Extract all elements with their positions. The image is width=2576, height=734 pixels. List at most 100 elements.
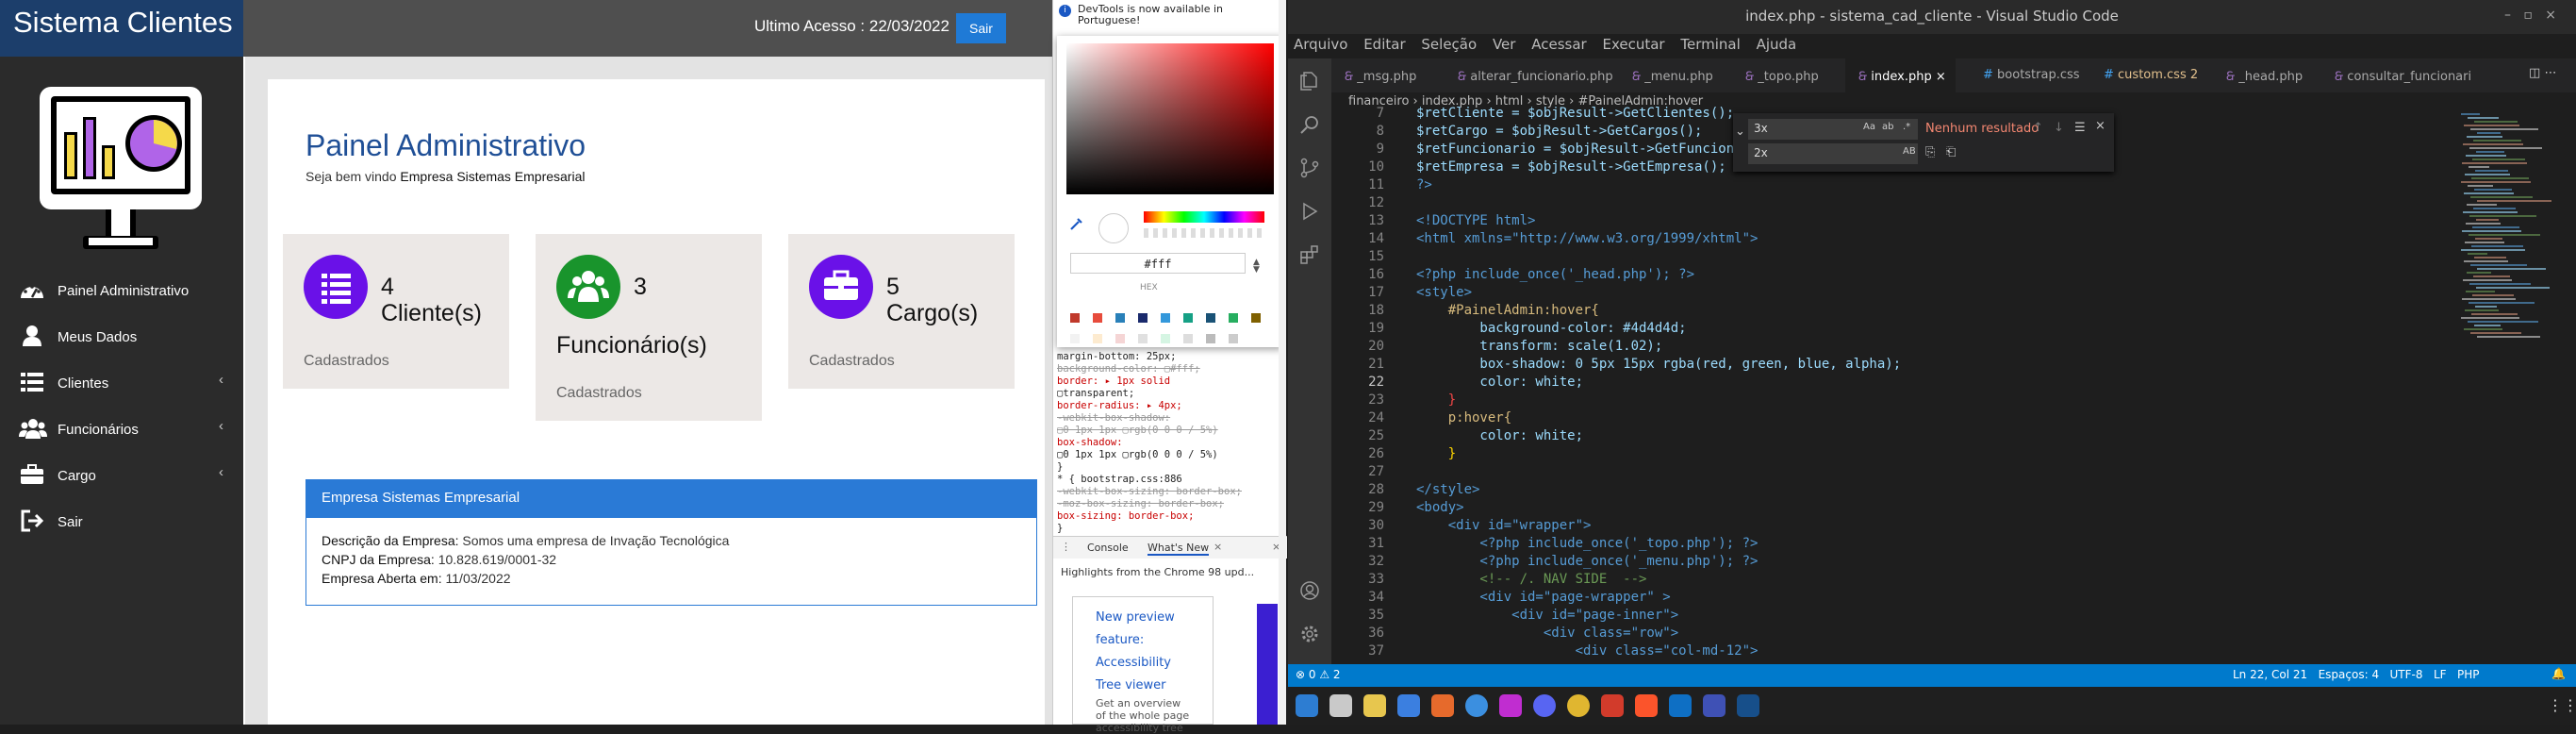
next-match-icon[interactable]: ↓ [2054, 121, 2064, 135]
close-find-icon[interactable]: × [2095, 119, 2105, 133]
tab-alterar-funcionario[interactable]: 🙲 alterar_funcionario.php [1445, 58, 1623, 92]
css-line[interactable]: ▢transparent; [1057, 388, 1283, 400]
source-control-icon[interactable] [1298, 157, 1321, 179]
css-line[interactable]: background-color: ▢#fff; [1057, 363, 1283, 375]
brand-title[interactable]: Sistema Clientes [0, 0, 243, 57]
swatch[interactable] [1161, 334, 1170, 343]
notifications-bell-icon[interactable]: 🔔 [2551, 667, 2566, 680]
explorer-icon[interactable] [1298, 70, 1321, 92]
apps-grid-icon[interactable]: ⋮⋮⋮ [2548, 696, 2576, 714]
discord-icon[interactable] [1533, 694, 1556, 717]
swatch[interactable] [1070, 334, 1080, 343]
help-icon[interactable] [1465, 694, 1488, 717]
run-debug-icon[interactable] [1298, 200, 1321, 223]
replace-one-icon[interactable]: ⎘ [1925, 145, 1935, 159]
toggle-replace-icon[interactable]: ⌄ [1735, 125, 1745, 139]
code-line[interactable]: <?php include_once('_topo.php'); ?> [1416, 536, 1758, 551]
css-line[interactable]: * { bootstrap.css:886 [1057, 474, 1283, 486]
nav-meus-dados[interactable]: Meus Dados [0, 316, 243, 358]
css-line[interactable]: border-radius: ▸ 4px; [1057, 400, 1283, 412]
close-icon[interactable]: × [1214, 541, 1222, 553]
code-line[interactable]: <div class="row"> [1416, 626, 1678, 641]
hex-input[interactable]: #fff [1070, 253, 1246, 274]
swatch[interactable] [1093, 313, 1102, 323]
more-actions-icon[interactable]: ⋯ [2544, 66, 2556, 80]
css-line[interactable]: ▢0 1px 1px ▢rgb(0 0 0 / 5%) [1057, 449, 1283, 461]
vscode-icon[interactable] [1669, 694, 1692, 717]
clientes-card[interactable]: 4 Cliente(s) Cadastrados [283, 234, 509, 389]
terminal-icon[interactable] [1737, 694, 1759, 717]
code-line[interactable]: $retCargo = $objResult->GetCargos(); [1416, 124, 1702, 139]
alpha-slider[interactable] [1144, 228, 1264, 238]
code-line[interactable]: <div id="wrapper"> [1416, 518, 1592, 533]
devtools-scrollbar[interactable] [1279, 0, 1286, 725]
tab-index[interactable]: 🙲 index.php × [1845, 58, 1956, 92]
settings-app-icon[interactable] [1296, 694, 1318, 717]
split-editor-icon[interactable]: ◫ [2529, 66, 2540, 80]
maximize-icon[interactable]: ▫ [2523, 8, 2533, 23]
eyedropper-icon[interactable] [1068, 215, 1085, 232]
swatch[interactable] [1206, 334, 1215, 343]
code-line[interactable]: background-color: #4d4d4d; [1416, 321, 1686, 336]
document-app-icon[interactable] [1397, 694, 1420, 717]
swatch[interactable] [1115, 334, 1125, 343]
format-toggle-icon[interactable]: ▲ ▼ [1253, 259, 1260, 275]
find-in-selection-icon[interactable]: ☰ [2074, 121, 2086, 135]
code-editor[interactable]: 7 $retCliente = $objResult->GetClientes()… [1331, 106, 2576, 664]
code-line[interactable]: transform: scale(1.02); [1416, 339, 1662, 354]
tab-custom[interactable]: # custom.css 2 [2090, 58, 2207, 92]
app-store-icon[interactable] [1431, 694, 1454, 717]
code-line[interactable]: </style> [1416, 482, 1479, 497]
css-line[interactable]: box-shadow: [1057, 437, 1283, 449]
funcionarios-card[interactable]: 3 Funcionário(s) Cadastrados [536, 234, 762, 421]
nav-cargo[interactable]: Cargo ‹ [0, 455, 243, 496]
settings-gear-icon[interactable] [1298, 623, 1321, 645]
css-line[interactable]: } [1057, 523, 1283, 535]
code-line[interactable]: <?php include_once('_menu.php'); ?> [1416, 554, 1758, 569]
swatch[interactable] [1161, 313, 1170, 323]
code-line[interactable]: <html xmlns="http://www.w3.org/1999/xhtm… [1416, 231, 1758, 246]
code-line[interactable]: $retEmpresa = $objResult->GetEmpresa(); [1416, 159, 1726, 175]
whats-new-card[interactable]: New preview feature: Accessibility Tree … [1072, 596, 1214, 734]
swatch[interactable] [1115, 313, 1125, 323]
more-icon[interactable]: ⋮ [1061, 541, 1071, 553]
menu-terminal[interactable]: Terminal [1680, 36, 1740, 53]
close-tab-icon[interactable]: × [1936, 70, 1946, 84]
replace-all-icon[interactable]: ⎗ [1946, 145, 1956, 159]
chrome-icon[interactable] [1567, 694, 1590, 717]
code-line[interactable]: $retCliente = $objResult->GetClientes(); [1416, 106, 1734, 121]
menu-ver[interactable]: Ver [1493, 36, 1516, 53]
swatch[interactable] [1206, 313, 1215, 323]
swatch[interactable] [1070, 313, 1080, 323]
previous-match-icon[interactable]: ↑ [2033, 121, 2043, 135]
code-line[interactable]: <div id="page-wrapper" > [1416, 590, 1670, 605]
extensions-icon[interactable] [1298, 243, 1321, 266]
minimize-icon[interactable]: – [2504, 8, 2511, 23]
css-line[interactable]: border: ▸ 1px solid [1057, 375, 1283, 388]
menu-selecao[interactable]: Seleção [1421, 36, 1477, 53]
menu-executar[interactable]: Executar [1602, 36, 1664, 53]
tab-head[interactable]: 🙲 _head.php [2213, 58, 2312, 92]
preserve-case-icon[interactable]: AB [1903, 146, 1916, 157]
code-line[interactable]: color: white; [1416, 428, 1583, 443]
code-line[interactable]: <?php include_once('_head.php'); ?> [1416, 267, 1694, 282]
tab-topo[interactable]: 🙲 _topo.php [1732, 58, 1828, 92]
menu-editar[interactable]: Editar [1363, 36, 1405, 53]
css-line[interactable]: -webkit-box-shadow: [1057, 412, 1283, 425]
css-line[interactable]: } [1057, 461, 1283, 474]
whole-word-icon[interactable]: ab [1882, 122, 1893, 132]
tab-menu[interactable]: 🙲 _menu.php [1619, 58, 1723, 92]
css-line[interactable]: margin-bottom: 25px; [1057, 351, 1283, 363]
code-line[interactable]: ?> [1416, 177, 1432, 192]
swatch[interactable] [1138, 334, 1148, 343]
tab-whats-new[interactable]: What's New [1148, 542, 1210, 556]
swatch[interactable] [1229, 313, 1238, 323]
tab-msg[interactable]: 🙲 _msg.php [1331, 58, 1426, 92]
tab-consultar-funcionario[interactable]: 🙲 consultar_funcionari [2321, 58, 2481, 92]
swatch[interactable] [1183, 313, 1193, 323]
anydesk-icon[interactable] [1601, 694, 1624, 717]
css-line[interactable]: ▢0 1px 1px ▢rgb(0 0 0 / 5%) [1057, 425, 1283, 437]
close-window-icon[interactable]: × [2545, 8, 2556, 23]
code-line[interactable]: } [1416, 392, 1456, 408]
css-line[interactable]: box-sizing: border-box; [1057, 510, 1283, 523]
